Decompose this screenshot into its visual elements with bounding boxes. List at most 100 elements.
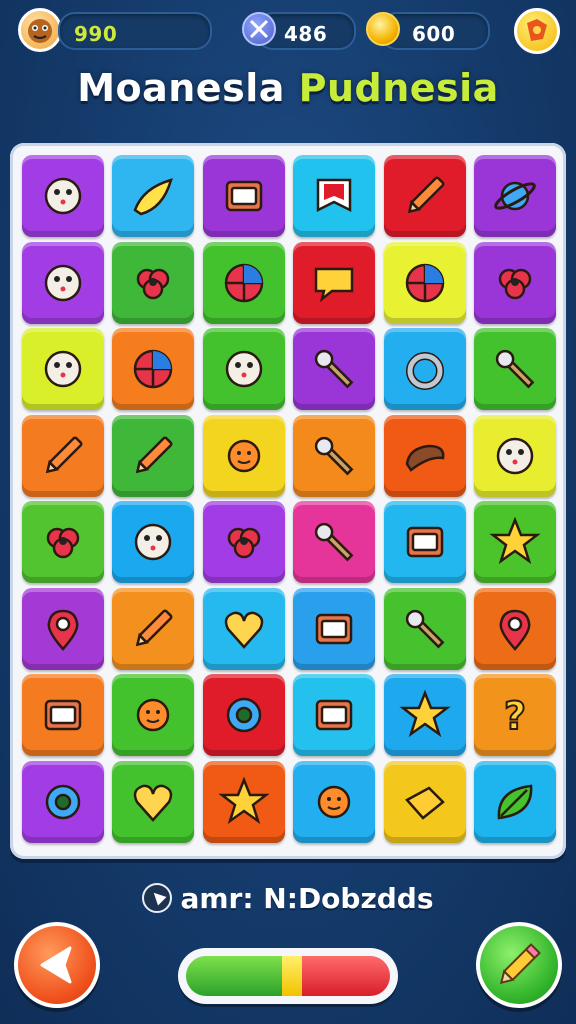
- tile[interactable]: [474, 241, 556, 324]
- compass-icon: [142, 883, 173, 913]
- tile[interactable]: [474, 414, 556, 497]
- player-avatar-icon[interactable]: [18, 8, 62, 52]
- tile[interactable]: [474, 587, 556, 670]
- key-icon: [315, 522, 354, 562]
- virus-icon: [498, 268, 532, 299]
- wrench-icon: [405, 609, 445, 648]
- tile[interactable]: [474, 760, 556, 843]
- box-face-icon: [406, 526, 443, 558]
- star-badge-icon: [398, 689, 451, 738]
- tile[interactable]: [112, 241, 195, 324]
- tile[interactable]: [383, 155, 466, 237]
- flower-icon: [46, 527, 80, 559]
- tile[interactable]: [22, 155, 104, 237]
- tile[interactable]: [112, 501, 195, 583]
- tile[interactable]: [474, 501, 556, 583]
- progress-track: [186, 956, 390, 996]
- tile[interactable]: [293, 587, 376, 670]
- tile[interactable]: [383, 587, 466, 670]
- glove-icon: [227, 527, 261, 559]
- tile[interactable]: [22, 501, 104, 583]
- tile[interactable]: [22, 587, 104, 670]
- ticket-icon: [44, 699, 82, 731]
- tile[interactable]: [293, 760, 376, 843]
- tile[interactable]: [383, 501, 466, 583]
- eyeball-icon: [224, 263, 264, 302]
- cookie-pop-icon: [225, 350, 263, 388]
- game-board: ?: [10, 143, 566, 859]
- feather-icon: [407, 176, 445, 214]
- gear-face-icon: [45, 784, 81, 819]
- star-icon: [218, 776, 270, 824]
- tile[interactable]: [202, 587, 285, 670]
- ring-icon: [405, 352, 444, 390]
- top-hud: 990 486 600: [0, 6, 576, 54]
- svg-text:?: ?: [504, 694, 526, 738]
- tile[interactable]: [293, 674, 376, 756]
- tile[interactable]: [22, 328, 104, 410]
- title-part-1: Moanesla: [77, 66, 299, 110]
- tile[interactable]: [293, 328, 376, 410]
- tile[interactable]: [293, 155, 376, 237]
- tile[interactable]: [474, 328, 556, 410]
- tile[interactable]: [202, 155, 285, 237]
- progress-red-segment: [302, 956, 390, 996]
- tile[interactable]: [293, 241, 376, 324]
- game-title: Moanesla Pudnesia: [0, 66, 576, 110]
- sausage-icon: [405, 444, 445, 472]
- progress-bar: [178, 948, 398, 1004]
- gear-icon: [226, 697, 262, 733]
- tile[interactable]: [383, 674, 466, 756]
- tile[interactable]: [112, 674, 195, 756]
- feather-icon: [136, 435, 173, 473]
- cookie-face-icon: [44, 264, 82, 301]
- pencil-icon: [45, 435, 83, 473]
- tile[interactable]: [202, 760, 285, 843]
- map-icon[interactable]: [514, 8, 560, 54]
- tile[interactable]: [202, 674, 285, 756]
- tile[interactable]: [202, 414, 285, 497]
- level-pill: 990: [58, 12, 212, 50]
- tile[interactable]: [112, 155, 195, 237]
- question-icon: ?: [503, 693, 527, 739]
- sun-face-icon: [227, 439, 261, 472]
- tile[interactable]: [383, 241, 466, 324]
- progress-green-segment: [186, 956, 282, 996]
- map-pin-icon: [47, 609, 79, 651]
- attack-value: 486: [284, 22, 328, 46]
- tile[interactable]: [383, 760, 466, 843]
- window-heart-icon: [224, 611, 264, 649]
- tile[interactable]: [474, 155, 556, 237]
- tile[interactable]: [112, 414, 195, 497]
- goblet-face-icon: [135, 523, 172, 561]
- tile[interactable]: [22, 241, 104, 324]
- robot-face-icon: [496, 437, 534, 474]
- back-button[interactable]: [14, 922, 100, 1008]
- tile[interactable]: [112, 587, 195, 670]
- tile[interactable]: [22, 674, 104, 756]
- battery-icon: [315, 613, 353, 644]
- tile[interactable]: [112, 328, 195, 410]
- tile[interactable]: [383, 414, 466, 497]
- tile[interactable]: [293, 414, 376, 497]
- tile[interactable]: [112, 760, 195, 843]
- banner-icon: [316, 178, 352, 213]
- star-icon: [489, 516, 541, 565]
- tile[interactable]: [383, 328, 466, 410]
- wand-icon: [315, 349, 354, 389]
- heart-balloon-icon: [134, 784, 173, 822]
- crossed-swords-icon: [242, 12, 276, 46]
- cookie-icon: [44, 177, 82, 215]
- tile[interactable]: [22, 414, 104, 497]
- tile[interactable]: ?: [474, 674, 556, 756]
- book-icon: [315, 699, 353, 731]
- tile[interactable]: [202, 501, 285, 583]
- title-part-2: Pudnesia: [298, 66, 499, 110]
- tile[interactable]: [202, 241, 285, 324]
- speech-bubble-icon: [314, 267, 354, 302]
- tile[interactable]: [202, 328, 285, 410]
- dragon-icon: [137, 268, 170, 299]
- edit-button[interactable]: [476, 922, 562, 1008]
- tile[interactable]: [293, 501, 376, 583]
- tile[interactable]: [22, 760, 104, 843]
